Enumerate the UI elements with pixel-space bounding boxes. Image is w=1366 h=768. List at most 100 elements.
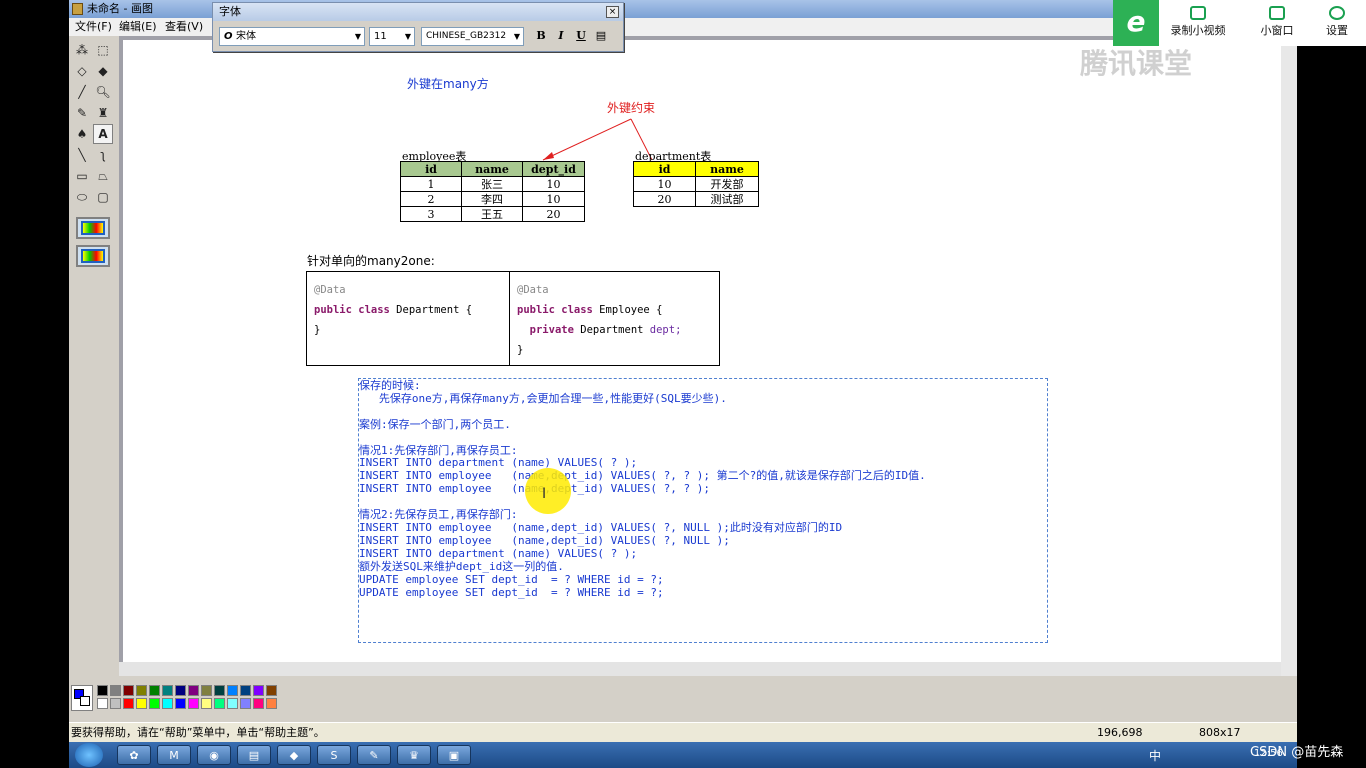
- status-size: 808x17: [1199, 726, 1241, 739]
- ellipse-icon[interactable]: ⬭: [72, 187, 92, 207]
- palette-swatch[interactable]: [149, 685, 160, 696]
- palette-swatch[interactable]: [240, 685, 251, 696]
- eraser-icon[interactable]: ◇: [72, 61, 92, 81]
- font-dialog-title: 字体: [213, 3, 623, 21]
- pencil-icon[interactable]: ✎: [72, 103, 92, 123]
- taskbar-app-icon[interactable]: M: [157, 745, 191, 765]
- taskbar-app-icon[interactable]: S: [317, 745, 351, 765]
- gear-icon: [1329, 6, 1345, 20]
- palette-swatch[interactable]: [110, 698, 121, 709]
- palette-swatch[interactable]: [136, 698, 147, 709]
- text-tool-icon[interactable]: A: [93, 124, 113, 144]
- text-cursor-icon: I: [542, 486, 547, 502]
- palette-swatch[interactable]: [201, 698, 212, 709]
- airbrush-icon[interactable]: ♠: [72, 124, 92, 144]
- horizontal-scrollbar[interactable]: [119, 662, 1281, 676]
- palette-swatch[interactable]: [188, 685, 199, 696]
- taskbar-app-icon[interactable]: ◆: [277, 745, 311, 765]
- taskbar-app-icon[interactable]: ◉: [197, 745, 231, 765]
- palette-swatch[interactable]: [227, 685, 238, 696]
- curve-icon[interactable]: ʅ: [93, 145, 113, 165]
- palette-swatch[interactable]: [136, 685, 147, 696]
- font-script-select[interactable]: CHINESE_GB2312 ▼: [421, 27, 524, 46]
- palette-swatch[interactable]: [110, 685, 121, 696]
- text-line: INSERT INTO employee (name,dept_id) VALU…: [359, 520, 843, 534]
- line-icon[interactable]: ╲: [72, 145, 92, 165]
- color-picker-icon[interactable]: ╱: [72, 82, 92, 102]
- palette-swatch[interactable]: [227, 698, 238, 709]
- palette-swatch[interactable]: [175, 685, 186, 696]
- fill-bucket-icon[interactable]: ◆: [93, 61, 113, 81]
- palette-swatch[interactable]: [123, 698, 134, 709]
- palette-swatch[interactable]: [214, 685, 225, 696]
- drawing-canvas[interactable]: 外键在many方 外键约束 employee表 id name dept_id …: [123, 40, 1281, 662]
- menu-file[interactable]: 文件(F): [75, 18, 112, 36]
- font-toolbar-dialog: 字体 × O 宋体 ▼ 11 ▼ CHINESE_GB2312 ▼ B I U ▤: [212, 2, 624, 52]
- taskbar-app-icon[interactable]: ♛: [397, 745, 431, 765]
- code-text: }: [517, 344, 524, 356]
- record-video-button[interactable]: 录制小视频: [1168, 6, 1228, 38]
- font-name-select[interactable]: O 宋体 ▼: [219, 27, 365, 46]
- magnifier-icon[interactable]: 🔍︎: [93, 82, 113, 102]
- text-line: 额外发送SQL来维护dept_id这一列的值.: [359, 559, 564, 573]
- color-palette: [69, 680, 1297, 722]
- palette-swatch[interactable]: [201, 685, 212, 696]
- palette-swatch[interactable]: [97, 698, 108, 709]
- text-block[interactable]: 保存的时候: 先保存one方,再保存many方,会更加合理一些,性能更好(SQL…: [359, 379, 1045, 599]
- bold-button[interactable]: B: [533, 28, 549, 44]
- table-cell: 20: [522, 206, 585, 222]
- table-cell: 1: [400, 176, 462, 192]
- font-size-select[interactable]: 11 ▼: [369, 27, 415, 46]
- tencent-classroom-toolbar: e 录制小视频 小窗口 设置: [1113, 0, 1366, 46]
- taskbar-app-icon[interactable]: ▤: [237, 745, 271, 765]
- rect-select-icon[interactable]: ⬚: [93, 40, 113, 60]
- paint-app-icon: [72, 3, 83, 15]
- palette-swatch[interactable]: [253, 698, 264, 709]
- italic-button[interactable]: I: [553, 28, 569, 44]
- palette-swatch[interactable]: [253, 685, 264, 696]
- mini-window-button[interactable]: 小窗口: [1253, 6, 1301, 38]
- text-line: 保存的时候:: [359, 379, 421, 392]
- polygon-icon[interactable]: ⏢: [93, 166, 113, 186]
- taskbar-app-icon[interactable]: ✿: [117, 745, 151, 765]
- status-bar: 要获得帮助，请在“帮助”菜单中，单击“帮助主题”。 196,698 808x17: [69, 722, 1297, 742]
- palette-swatch[interactable]: [188, 698, 199, 709]
- taskbar: ✿ M ◉ ▤ ◆ S ✎ ♛ ▣ 中 12:56: [69, 742, 1297, 768]
- csdn-watermark: CSDN @苗先森: [1250, 745, 1344, 760]
- opaque-option-icon[interactable]: [76, 217, 110, 239]
- toolbox: ⁂ ⬚ ◇ ◆ ╱ 🔍︎ ✎ ♜ ♠ A ╲ ʅ ▭ ⏢ ⬭ ▢: [69, 36, 117, 676]
- rounded-rect-icon[interactable]: ▢: [93, 187, 113, 207]
- palette-swatch[interactable]: [266, 698, 277, 709]
- table-cell: 张三: [461, 176, 523, 192]
- taskbar-app-icon[interactable]: ✎: [357, 745, 391, 765]
- palette-swatch[interactable]: [123, 685, 134, 696]
- palette-swatch[interactable]: [97, 685, 108, 696]
- rectangle-icon[interactable]: ▭: [72, 166, 92, 186]
- tray-ime[interactable]: 中: [1149, 747, 1161, 764]
- left-black-border: [0, 0, 69, 768]
- menu-view[interactable]: 查看(V): [165, 18, 203, 36]
- code-annotation: @Data: [314, 284, 346, 296]
- vertical-text-icon[interactable]: ▤: [593, 28, 609, 44]
- table-cell: 3: [400, 206, 462, 222]
- palette-swatch[interactable]: [162, 685, 173, 696]
- brush-icon[interactable]: ♜: [93, 103, 113, 123]
- current-colors[interactable]: [71, 685, 93, 711]
- transparent-option-icon[interactable]: [76, 245, 110, 267]
- palette-swatch[interactable]: [266, 685, 277, 696]
- table-cell: 10: [522, 191, 585, 207]
- palette-swatch[interactable]: [240, 698, 251, 709]
- taskbar-app-icon[interactable]: ▣: [437, 745, 471, 765]
- close-icon[interactable]: ×: [606, 6, 619, 18]
- menu-edit[interactable]: 编辑(E): [119, 18, 157, 36]
- vertical-scrollbar[interactable]: [1281, 36, 1297, 676]
- palette-swatch[interactable]: [162, 698, 173, 709]
- table-cell: 20: [633, 191, 696, 207]
- palette-swatch[interactable]: [149, 698, 160, 709]
- free-select-icon[interactable]: ⁂: [72, 40, 92, 60]
- start-button[interactable]: [75, 743, 103, 767]
- palette-swatch[interactable]: [214, 698, 225, 709]
- underline-button[interactable]: U: [573, 28, 589, 44]
- palette-swatch[interactable]: [175, 698, 186, 709]
- settings-button[interactable]: 设置: [1313, 6, 1361, 38]
